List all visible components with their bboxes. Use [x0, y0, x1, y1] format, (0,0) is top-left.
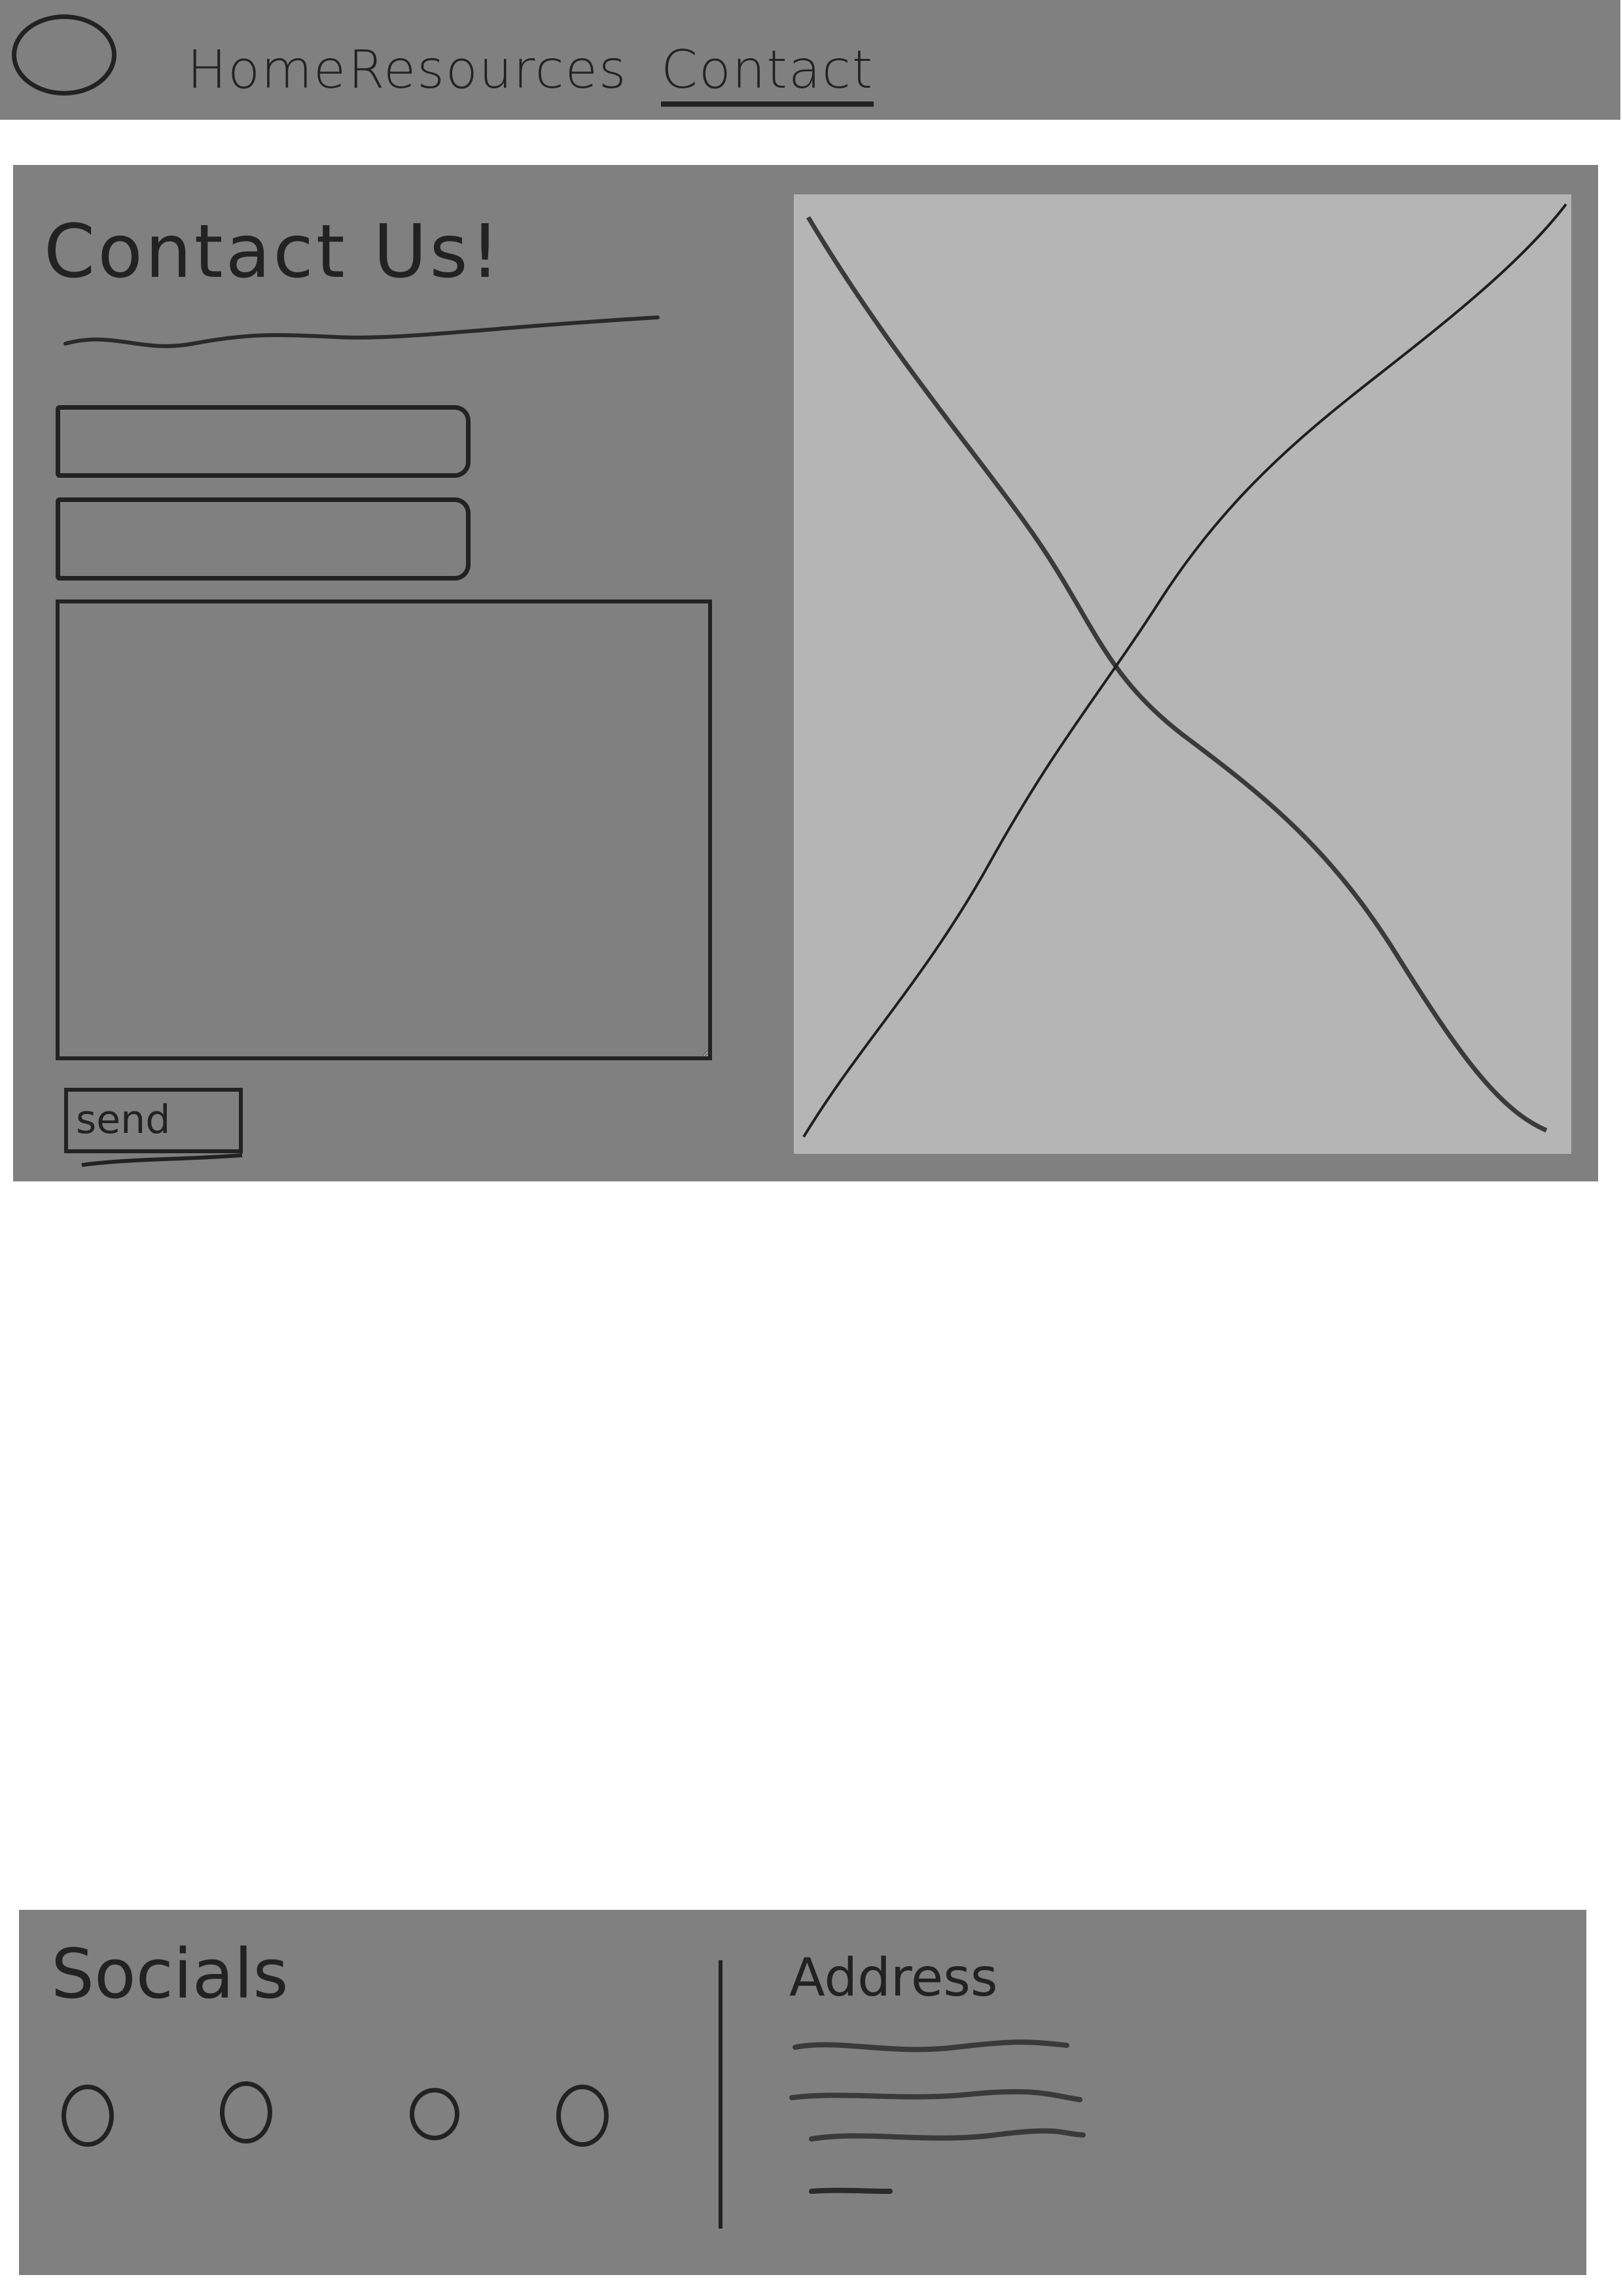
social-icon-2[interactable] [220, 2081, 272, 2144]
social-icon-3[interactable] [410, 2088, 459, 2140]
page-title: Contact Us! [44, 209, 503, 295]
socials-heading: Socials [51, 1934, 289, 2014]
contact-input-2[interactable] [56, 497, 471, 581]
title-underline-squiggle [63, 315, 660, 348]
header-bar: Home Resources Contact [0, 0, 1620, 120]
send-underline [81, 1153, 243, 1167]
logo-icon[interactable] [12, 14, 116, 96]
send-button[interactable]: send [64, 1088, 243, 1153]
nav-resources[interactable]: Resources [348, 39, 628, 100]
address-heading: Address [789, 1947, 998, 2008]
image-placeholder-x-icon [802, 203, 1567, 1138]
contact-input-1[interactable] [56, 405, 471, 478]
social-icon-1[interactable] [62, 2085, 114, 2147]
nav-home[interactable]: Home [187, 39, 347, 100]
nav-contact[interactable]: Contact [661, 39, 874, 107]
image-placeholder [794, 194, 1571, 1154]
footer-divider [719, 1960, 722, 2229]
address-lines [789, 2039, 1086, 2194]
message-textarea[interactable] [56, 600, 712, 1060]
social-icon-4[interactable] [556, 2085, 609, 2147]
